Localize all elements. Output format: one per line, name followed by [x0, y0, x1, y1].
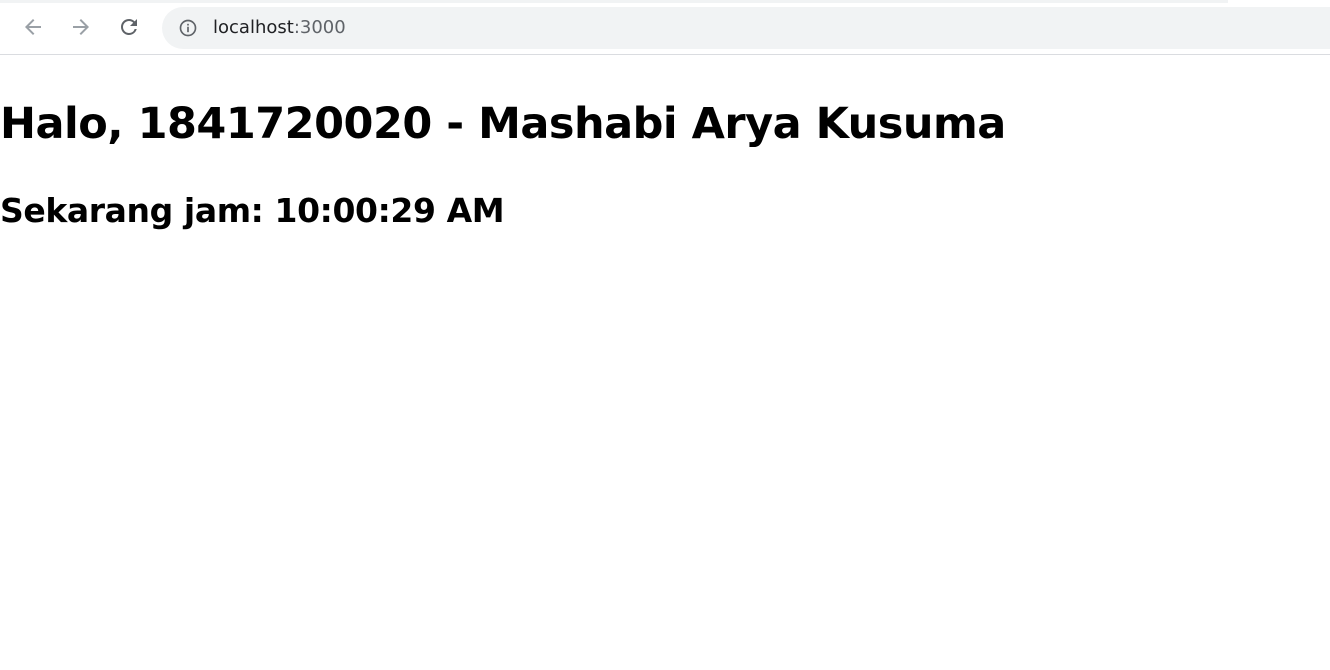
address-bar[interactable]: localhost:3000 [162, 7, 1330, 49]
reload-icon [121, 19, 137, 35]
info-circle-icon[interactable] [178, 18, 198, 38]
url-port: :3000 [293, 17, 346, 38]
back-button[interactable] [18, 12, 48, 42]
arrow-right-icon [73, 19, 89, 35]
browser-toolbar: localhost:3000 [0, 0, 1330, 55]
tab-strip-edge [0, 0, 1228, 3]
clock-heading: Sekarang jam: 10:00:29 AM [0, 191, 505, 230]
url-text[interactable]: localhost:3000 [213, 17, 346, 39]
reload-button[interactable] [114, 12, 144, 42]
url-host: localhost [213, 17, 294, 38]
greeting-heading: Halo, 1841720020 - Mashabi Arya Kusuma [0, 99, 1006, 149]
forward-button[interactable] [66, 12, 96, 42]
arrow-left-icon [25, 19, 41, 35]
